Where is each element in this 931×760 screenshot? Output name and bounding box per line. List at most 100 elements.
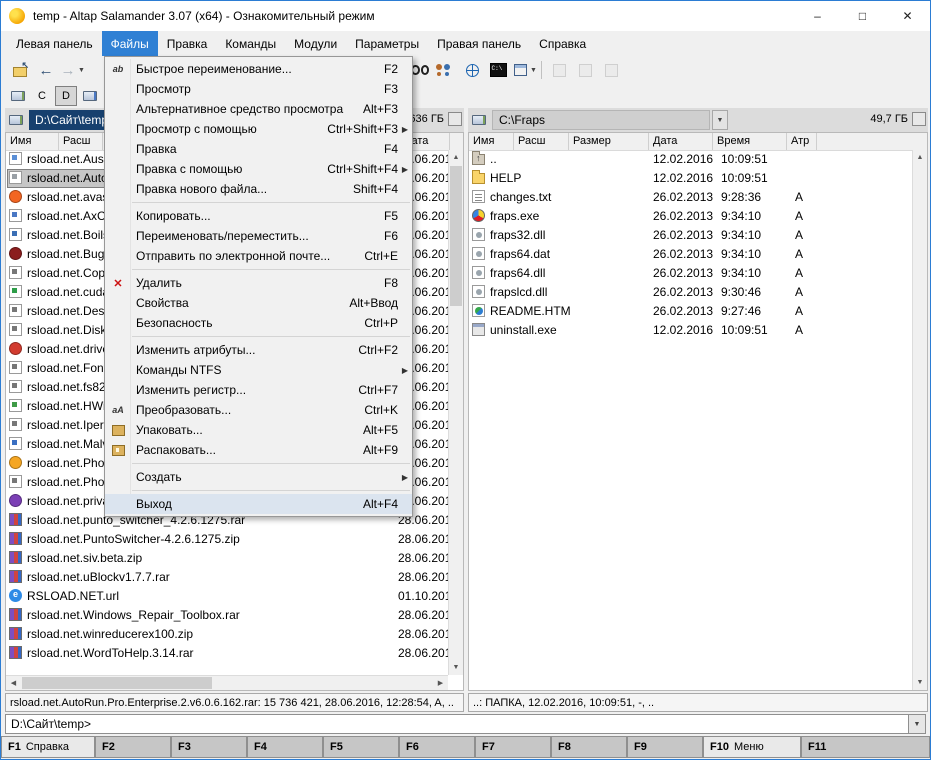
left-vertical-scrollbar[interactable]: ▲ ▼	[448, 150, 463, 675]
menu-item-17[interactable]: aA Преобразовать... Ctrl+K	[105, 400, 412, 420]
menu-item-13[interactable]: Безопасность Ctrl+P	[105, 313, 412, 333]
column-header-Имя[interactable]: Имя	[6, 133, 59, 150]
maximize-button[interactable]: □	[840, 1, 885, 31]
left-panel-mini-button[interactable]	[448, 112, 462, 126]
menu-item-label: Распаковать...	[136, 443, 216, 457]
menu-item-6[interactable]: Правка с помощью Ctrl+Shift+F4 ▶	[105, 159, 412, 179]
menu-item-15[interactable]: Команды NTFS ▶	[105, 360, 412, 380]
menubar-item-3[interactable]: Правка	[158, 31, 217, 56]
column-header-Время[interactable]: Время	[713, 133, 787, 150]
menu-item-12[interactable]: Свойства Alt+Ввод	[105, 293, 412, 313]
network-globe-button[interactable]	[459, 59, 485, 81]
drive-button-d[interactable]: D	[55, 86, 77, 106]
menu-item-8[interactable]: Копировать... F5	[105, 206, 412, 226]
menubar-item-5[interactable]: Модули	[285, 31, 346, 56]
drive-icon[interactable]	[470, 112, 488, 128]
fn-f3-button[interactable]: F3	[172, 737, 246, 757]
menubar-item-6[interactable]: Параметры	[346, 31, 428, 56]
menu-item-3[interactable]: Альтернативное средство просмотра Alt+F3	[105, 99, 412, 119]
file-name: rsload.net.AxC	[27, 209, 106, 223]
menu-item-20[interactable]: Создать ▶	[105, 467, 412, 487]
drive-icon[interactable]	[7, 112, 25, 128]
title-bar: temp - Altap Salamander 3.07 (x64) - Озн…	[1, 1, 930, 31]
fn-f5-button[interactable]: F5	[324, 737, 398, 757]
hot-path-folder-button[interactable]	[7, 59, 33, 81]
app-logo-icon	[9, 8, 25, 24]
menubar-item-1[interactable]: Левая панель	[7, 31, 102, 56]
close-button[interactable]: ✕	[885, 1, 930, 31]
file-date: 12.02.2016	[653, 152, 714, 166]
command-history-dropdown-icon[interactable]: ▼	[909, 714, 926, 734]
scroll-left-icon[interactable]: ◀	[6, 676, 21, 690]
scroll-up-icon[interactable]: ▲	[913, 150, 927, 165]
back-arrow-button[interactable]	[33, 59, 59, 81]
menubar-item-7[interactable]: Правая панель	[428, 31, 530, 56]
scroll-up-icon[interactable]: ▲	[449, 150, 463, 165]
column-header-Имя[interactable]: Имя	[469, 133, 514, 150]
menu-item-16[interactable]: Изменить регистр... Ctrl+F7	[105, 380, 412, 400]
menu-item-21[interactable]: Выход Alt+F4	[105, 494, 412, 514]
scroll-down-icon[interactable]: ▼	[913, 675, 927, 690]
drive-list-button[interactable]	[7, 86, 29, 106]
forward-arrow-button[interactable]: ▼	[59, 59, 85, 81]
menu-item-14[interactable]: Изменить атрибуты... Ctrl+F2	[105, 340, 412, 360]
fn-f2-button[interactable]: F2	[96, 737, 170, 757]
menu-item-10[interactable]: Отправить по электронной почте... Ctrl+E	[105, 246, 412, 266]
panel-window-button[interactable]: ▼	[511, 59, 537, 81]
menubar-item-4[interactable]: Команды	[216, 31, 285, 56]
menu-item-4[interactable]: Просмотр с помощью Ctrl+Shift+F3 ▶	[105, 119, 412, 139]
fn-f1-button[interactable]: F1 Справка	[2, 737, 94, 757]
menu-item-18[interactable]: Упаковать... Alt+F5	[105, 420, 412, 440]
path-dropdown-button[interactable]: ▼	[712, 110, 728, 130]
menu-item-5[interactable]: Правка F4	[105, 139, 412, 159]
doc-file-icon	[9, 304, 22, 317]
fn-f11-button[interactable]: F11	[802, 737, 929, 757]
books-file-icon	[9, 513, 22, 526]
menu-item-11[interactable]: ✕ Удалить F8	[105, 273, 412, 293]
fn-f7-button[interactable]: F7	[476, 737, 550, 757]
menu-item-19[interactable]: Распаковать... Alt+F9	[105, 440, 412, 460]
minimize-button[interactable]: –	[795, 1, 840, 31]
menubar-item-8[interactable]: Справка	[530, 31, 595, 56]
dropdown-arrow-icon: ▼	[530, 66, 537, 74]
file-name: rsload.net.PuntoSwitcher-4.2.6.1275.zip	[27, 532, 240, 546]
command-line-input[interactable]: D:\Сайт\temp>	[5, 714, 909, 734]
fn-f4-button[interactable]: F4	[248, 737, 322, 757]
scroll-thumb[interactable]	[22, 677, 212, 689]
column-header-Дата[interactable]: Дата	[649, 133, 713, 150]
network-drive-icon	[81, 88, 99, 104]
menu-item-7[interactable]: Правка нового файла... Shift+F4	[105, 179, 412, 199]
left-horizontal-scrollbar[interactable]: ◀ ▶	[6, 675, 448, 690]
command-prompt-button[interactable]	[485, 59, 511, 81]
fn-f8-button[interactable]: F8	[552, 737, 626, 757]
drive-icon	[9, 88, 27, 104]
menubar-item-2[interactable]: Файлы	[101, 31, 158, 56]
menu-item-shortcut: Alt+F5	[362, 423, 398, 437]
network-globe-icon	[463, 62, 481, 78]
file-date: 26.02.2013	[653, 228, 714, 242]
drive-button-c[interactable]: C	[31, 86, 53, 106]
menu-item-9[interactable]: Переименовать/переместить... F6	[105, 226, 412, 246]
scroll-thumb[interactable]	[450, 166, 462, 306]
column-header-Расш[interactable]: Расш	[59, 133, 103, 150]
menu-item-2[interactable]: Просмотр F3	[105, 79, 412, 99]
right-panel-mini-button[interactable]	[912, 112, 926, 126]
fn-f10-button[interactable]: F10 Меню	[704, 737, 800, 757]
right-path-box[interactable]: C:\Fraps	[492, 110, 710, 130]
menu-separator	[132, 490, 410, 491]
right-vertical-scrollbar[interactable]: ▲ ▼	[912, 150, 927, 690]
scroll-down-icon[interactable]: ▼	[449, 660, 463, 675]
find-binoculars-icon	[411, 62, 429, 78]
menu-item-label: Создать	[136, 470, 182, 484]
network-drive-button[interactable]	[79, 86, 101, 106]
menu-item-shortcut: F8	[383, 276, 398, 290]
shared-users-button[interactable]	[433, 59, 459, 81]
fn-f9-button[interactable]: F9	[628, 737, 702, 757]
fn-f6-button[interactable]: F6	[400, 737, 474, 757]
scroll-right-icon[interactable]: ▶	[433, 676, 448, 690]
column-header-Размер[interactable]: Размер	[569, 133, 649, 150]
menu-item-1[interactable]: ab Быстрое переименование... F2	[105, 59, 412, 79]
column-header-Расш[interactable]: Расш	[514, 133, 569, 150]
column-header-Атр[interactable]: Атр	[787, 133, 817, 150]
command-line-row: D:\Сайт\temp> ▼	[1, 712, 930, 736]
